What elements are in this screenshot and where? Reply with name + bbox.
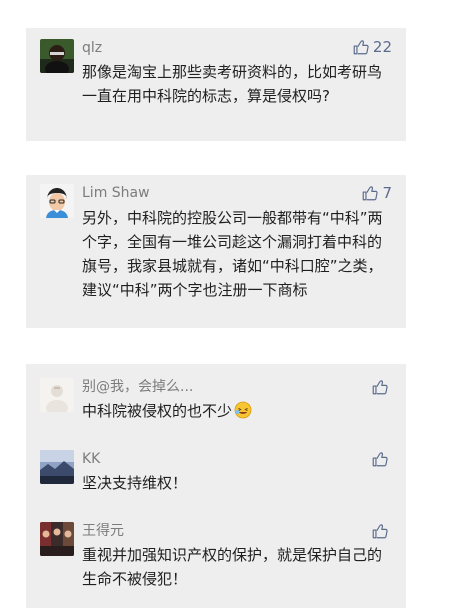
cartoon-avatar-icon[interactable]: [40, 184, 74, 218]
comment-text: 中科院被侵权的也不少: [82, 399, 394, 423]
comment-text-body: 中科院被侵权的也不少: [82, 402, 233, 420]
like-button[interactable]: [371, 378, 392, 396]
comment-text: 那像是淘宝上那些卖考研资料的，比如考研鸟一直在用中科院的标志，算是侵权吗?: [82, 63, 383, 105]
like-button[interactable]: 7: [361, 184, 392, 202]
light-avatar-icon[interactable]: [40, 378, 74, 412]
comment-card-3: 别@我，会掉么... 中科院被侵权的也不少 KK 坚决支持维权！ 王得元 重视并…: [26, 364, 406, 608]
thumbs-up-icon: [371, 522, 389, 540]
thumbs-up-icon: [371, 378, 389, 396]
comment-author-name[interactable]: KK: [82, 450, 100, 468]
comment-card-1: qlz 22 那像是淘宝上那些卖考研资料的，比如考研鸟一直在用中科院的标志，算是…: [26, 28, 406, 141]
like-count: 22: [372, 38, 392, 56]
laughing-emoji-icon: [234, 401, 252, 419]
like-count: 7: [382, 184, 392, 202]
comment-text: 坚决支持维权！: [82, 474, 188, 492]
group-photo-avatar-icon[interactable]: [40, 522, 74, 556]
like-button[interactable]: [371, 450, 392, 468]
comment-card-2: Lim Shaw 7 另外，中科院的控股公司一般都带有“中科”两个字，全国有一堆…: [26, 175, 406, 328]
comment-author-name[interactable]: qlz: [82, 39, 102, 57]
comment-text: 另外，中科院的控股公司一般都带有“中科”两个字，全国有一堆公司趁这个漏洞打着中科…: [82, 209, 383, 299]
comment-text: 重视并加强知识产权的保护，就是保护自己的生命不被侵犯！: [82, 546, 383, 588]
thumbs-up-icon: [352, 38, 370, 56]
comment-author-name[interactable]: Lim Shaw: [82, 184, 150, 202]
like-button[interactable]: [371, 522, 392, 540]
landscape-avatar-icon[interactable]: [40, 450, 74, 484]
thumbs-up-icon: [361, 184, 379, 202]
like-button[interactable]: 22: [352, 38, 392, 56]
person-avatar-dark-icon[interactable]: [40, 39, 74, 73]
comment-author-name[interactable]: 王得元: [82, 522, 124, 540]
comment-author-name[interactable]: 别@我，会掉么...: [82, 378, 193, 396]
thumbs-up-icon: [371, 450, 389, 468]
